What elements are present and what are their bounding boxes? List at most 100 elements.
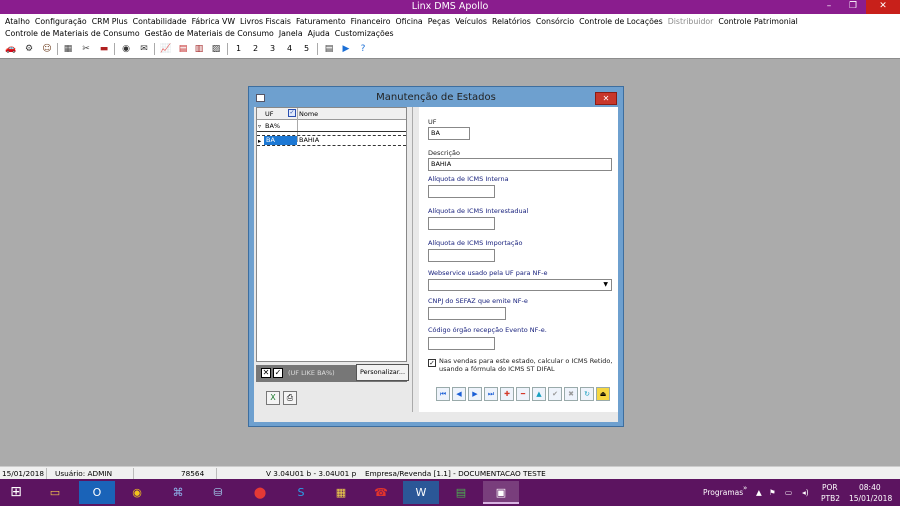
- cnpj-field[interactable]: [428, 307, 506, 320]
- next-record-icon[interactable]: ▶: [468, 387, 482, 401]
- icms-importacao-field[interactable]: [428, 249, 495, 262]
- prior-record-icon[interactable]: ◀: [452, 387, 466, 401]
- database-app-icon[interactable]: ⛁: [200, 481, 236, 504]
- menu-item-main-11[interactable]: Relatórios: [487, 15, 531, 28]
- menu-item-secondary-0[interactable]: Controle de Materiais de Consumo: [0, 27, 140, 40]
- menu-item-main-9[interactable]: Peças: [423, 15, 450, 28]
- clock-date[interactable]: 15/01/2018: [849, 494, 892, 503]
- skype-icon[interactable]: S: [283, 481, 319, 504]
- codigo-evento-field[interactable]: [428, 337, 495, 350]
- icms-interna-field[interactable]: [428, 185, 495, 198]
- menu-item-main-15[interactable]: Controle Patrimonial: [713, 15, 797, 28]
- network-icon[interactable]: ▭: [785, 488, 792, 497]
- dropdown-arrow-icon[interactable]: ▼: [603, 281, 608, 288]
- language-indicator[interactable]: POR: [822, 483, 838, 492]
- menu-item-secondary-1[interactable]: Gestão de Materiais de Consumo: [140, 27, 274, 40]
- car-icon[interactable]: ▬: [98, 43, 110, 55]
- file-explorer-icon[interactable]: ▭: [37, 481, 73, 504]
- shortcut-4[interactable]: 4: [287, 43, 292, 55]
- icms-interestadual-field[interactable]: [428, 217, 495, 230]
- post-record-icon[interactable]: ✔: [548, 387, 562, 401]
- dialog-close-button[interactable]: ✕: [595, 92, 617, 105]
- linx-dms-taskbar-button[interactable]: ▣: [483, 481, 519, 504]
- chart-icon[interactable]: 📈: [160, 43, 172, 55]
- last-record-icon[interactable]: ⏭: [484, 387, 498, 401]
- maximize-button[interactable]: ❐: [842, 0, 864, 14]
- graph-icon[interactable]: ▨: [210, 43, 222, 55]
- chevron-up-icon[interactable]: ▲: [756, 488, 762, 497]
- outlook-icon[interactable]: O: [79, 481, 115, 504]
- shortcut-5[interactable]: 5: [304, 43, 309, 55]
- menu-item-main-8[interactable]: Oficina: [390, 15, 422, 28]
- phone-app-icon[interactable]: ☎: [363, 481, 399, 504]
- delete-record-icon[interactable]: ━: [516, 387, 530, 401]
- keyboard-layout[interactable]: PTB2: [821, 494, 840, 503]
- chart-icon[interactable]: ▤: [177, 43, 189, 55]
- edit-record-icon[interactable]: ▲: [532, 387, 546, 401]
- programs-toolbar[interactable]: Programas: [703, 488, 743, 497]
- menu-item-main-14[interactable]: Distribuidor: [663, 15, 714, 28]
- icms-interestadual-label: Alíquota de ICMS Interestadual: [428, 207, 529, 215]
- column-nome-header[interactable]: Nome: [299, 110, 318, 118]
- menu-item-secondary-2[interactable]: Janela: [274, 27, 303, 40]
- cell-nome[interactable]: BAHIA: [299, 136, 319, 145]
- cancel-record-icon[interactable]: ✖: [564, 387, 578, 401]
- uf-field[interactable]: BA: [428, 127, 470, 140]
- document-icon[interactable]: ▤: [323, 43, 335, 55]
- vehicle-icon[interactable]: 🚗: [5, 43, 17, 55]
- network-app-icon[interactable]: ⌘: [160, 481, 196, 504]
- chrome-icon[interactable]: ◉: [119, 481, 155, 504]
- refresh-icon[interactable]: ↻: [580, 387, 594, 401]
- filter-check-icon[interactable]: ✓: [288, 109, 296, 117]
- shortcut-2[interactable]: 2: [253, 43, 258, 55]
- exit-icon[interactable]: ⏏: [596, 387, 610, 401]
- menu-item-secondary-4[interactable]: Customizações: [330, 27, 394, 40]
- menu-item-main-13[interactable]: Controle de Locações: [574, 15, 663, 28]
- wheel-icon[interactable]: ⚙: [23, 43, 35, 55]
- webservice-select[interactable]: ▼: [428, 279, 612, 291]
- person-icon[interactable]: ☺: [41, 43, 53, 55]
- states-grid[interactable]: UF ✓ Nome ▿ BA% ▸ BA BAHIA: [256, 107, 407, 362]
- insert-record-icon[interactable]: ✚: [500, 387, 514, 401]
- shortcut-3[interactable]: 3: [270, 43, 275, 55]
- word-icon[interactable]: W: [403, 481, 439, 504]
- menu-item-main-10[interactable]: Veículos: [450, 15, 487, 28]
- descricao-field[interactable]: BAHIA: [428, 158, 612, 171]
- shortcut-1[interactable]: 1: [236, 43, 241, 55]
- toolbar-separator: [227, 43, 228, 55]
- enable-filter-checkbox[interactable]: ✓: [273, 368, 283, 378]
- clock-time[interactable]: 08:40: [859, 483, 881, 492]
- helmet-icon[interactable]: ◉: [120, 43, 132, 55]
- column-uf-header[interactable]: UF: [265, 110, 274, 118]
- tools-icon[interactable]: ✂: [80, 43, 92, 55]
- first-record-icon[interactable]: ⏮: [436, 387, 450, 401]
- calculator-icon[interactable]: ▦: [323, 481, 359, 504]
- start-windows-icon[interactable]: ⊞: [0, 481, 32, 504]
- panel-divider: [412, 107, 413, 412]
- filter-uf-value[interactable]: BA%: [265, 122, 280, 130]
- icms-st-difal-checkbox[interactable]: ✓: [428, 359, 436, 367]
- editor-app-icon[interactable]: ▤: [443, 481, 479, 504]
- flag-icon[interactable]: ⚑: [769, 488, 776, 497]
- cell-uf[interactable]: BA: [264, 136, 297, 145]
- app-red-icon[interactable]: ⬤: [242, 481, 278, 504]
- clear-filter-button[interactable]: ✕: [261, 368, 271, 378]
- expand-icon[interactable]: »: [743, 484, 747, 492]
- minimize-button[interactable]: –: [818, 0, 840, 14]
- excel-export-icon[interactable]: X: [266, 391, 280, 405]
- building-icon[interactable]: ▥: [193, 43, 205, 55]
- print-icon[interactable]: ⎙: [283, 391, 297, 405]
- volume-icon[interactable]: ◂): [802, 488, 809, 497]
- money-icon[interactable]: ✉: [138, 43, 150, 55]
- personalize-button[interactable]: Personalizar...: [356, 364, 409, 381]
- parts-icon[interactable]: ▦: [62, 43, 74, 55]
- help-icon[interactable]: ?: [357, 43, 369, 55]
- table-row[interactable]: ▸ BA BAHIA: [257, 135, 406, 146]
- status-version: V 3.04U01 b - 3.04U01 p: [266, 469, 357, 478]
- title-bar: Linx DMS Apollo – ❐ ✕: [0, 0, 900, 14]
- close-button[interactable]: ✕: [866, 0, 900, 14]
- menu-item-secondary-3[interactable]: Ajuda: [303, 27, 330, 40]
- grid-filter-row[interactable]: ▿ BA%: [257, 121, 406, 132]
- play-icon[interactable]: ▶: [340, 43, 352, 55]
- menu-item-main-12[interactable]: Consórcio: [531, 15, 574, 28]
